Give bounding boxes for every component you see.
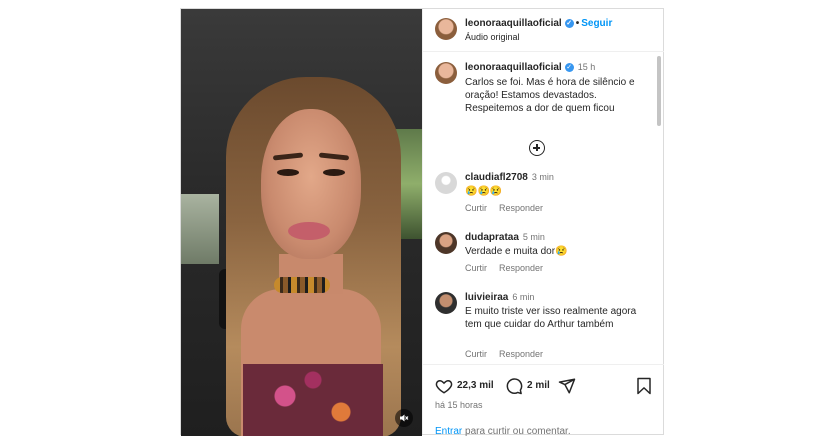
list-item: luivieiraa 6 min E muito triste ver isso … [423, 290, 653, 364]
caption-time: 15 h [577, 62, 596, 72]
comment-head: luivieiraa 6 min [465, 292, 534, 303]
follow-button[interactable]: Seguir [581, 18, 612, 29]
avatar[interactable] [435, 62, 457, 84]
comment-text: E muito triste ver isso realmente agora … [465, 306, 637, 330]
post-header: leonoraaquillaoficial ✓ • Seguir Áudio orig… [423, 9, 664, 52]
caption-text: Carlos se foi. Mas é hora de silêncio e … [465, 77, 635, 114]
avatar[interactable] [435, 232, 457, 254]
comment-time: 3 min [531, 172, 554, 182]
login-prompt-text: para curtir ou comentar. [462, 426, 571, 437]
plus-circle-icon[interactable] [529, 140, 545, 156]
person-eye-right [323, 169, 345, 176]
login-prompt: Entrar para curtir ou comentar. [435, 426, 571, 437]
person-lips [288, 222, 330, 240]
comment-actions: Curtir Responder [465, 263, 555, 273]
comment-time: 6 min [512, 292, 535, 302]
caption-username[interactable]: leonoraaquillaoficial [465, 62, 562, 73]
comments-scrollbar[interactable] [656, 52, 662, 364]
verified-badge-icon: ✓ [564, 62, 574, 72]
comment-time: 5 min [522, 232, 545, 242]
list-item: claudiafl2708 3 min 😢😢😢 Curtir Responder [423, 170, 653, 226]
instagram-post: leonoraaquillaoficial ✓ • Seguir Áudio orig… [180, 8, 664, 437]
comments-count[interactable]: 2 mil [527, 380, 550, 391]
avatar[interactable] [435, 18, 457, 40]
like-comment-button[interactable]: Curtir [465, 263, 487, 273]
person-dress [243, 364, 383, 436]
like-comment-button[interactable]: Curtir [465, 203, 487, 213]
heart-icon[interactable] [435, 377, 453, 395]
comment-username[interactable]: luivieiraa [465, 292, 508, 303]
avatar[interactable] [435, 172, 457, 194]
bookmark-icon[interactable] [636, 377, 652, 395]
comment-actions: Curtir Responder [465, 203, 555, 213]
comment-head: dudaprataa 5 min [465, 232, 545, 243]
like-comment-button[interactable]: Curtir [465, 349, 487, 359]
reply-button[interactable]: Responder [499, 203, 543, 213]
list-item: dudaprataa 5 min Verdade e muita dor😢 Cur… [423, 230, 653, 286]
comment-username[interactable]: claudiafl2708 [465, 172, 528, 183]
comment-actions: Curtir Responder [465, 349, 555, 359]
avatar[interactable] [435, 292, 457, 314]
car-window-left [181, 194, 219, 264]
person-eye-left [277, 169, 299, 176]
separator-dot: • [575, 18, 580, 29]
scrollbar-thumb[interactable] [657, 56, 661, 126]
action-bar: 22,3 mil 2 mil há 15 horas Entrar para c… [423, 364, 664, 437]
login-link[interactable]: Entrar [435, 426, 462, 437]
reply-button[interactable]: Responder [499, 263, 543, 273]
share-icon[interactable] [558, 377, 576, 395]
comment-username[interactable]: dudaprataa [465, 232, 519, 243]
person-necklace [274, 277, 330, 293]
audio-label[interactable]: Áudio original [465, 32, 520, 42]
comment-icon[interactable] [505, 377, 523, 395]
header-username[interactable]: leonoraaquillaoficial [465, 18, 562, 29]
likes-count[interactable]: 22,3 mil [457, 380, 494, 391]
caption-head: leonoraaquillaoficial ✓ 15 h [465, 62, 595, 73]
reply-button[interactable]: Responder [499, 349, 543, 359]
post-sidebar: leonoraaquillaoficial ✓ • Seguir Áudio orig… [422, 9, 664, 437]
comments-panel[interactable]: leonoraaquillaoficial ✓ 15 h Carlos se foi… [423, 52, 657, 364]
video-player[interactable] [181, 9, 422, 436]
comment-head: claudiafl2708 3 min [465, 172, 554, 183]
comment-text: Verdade e muita dor😢 [465, 246, 568, 257]
header-username-row: leonoraaquillaoficial ✓ • Seguir [465, 18, 612, 29]
speaker-muted-icon[interactable] [395, 409, 413, 427]
post-time: há 15 horas [435, 400, 483, 410]
verified-badge-icon: ✓ [564, 18, 574, 28]
comment-text: 😢😢😢 [465, 186, 503, 197]
